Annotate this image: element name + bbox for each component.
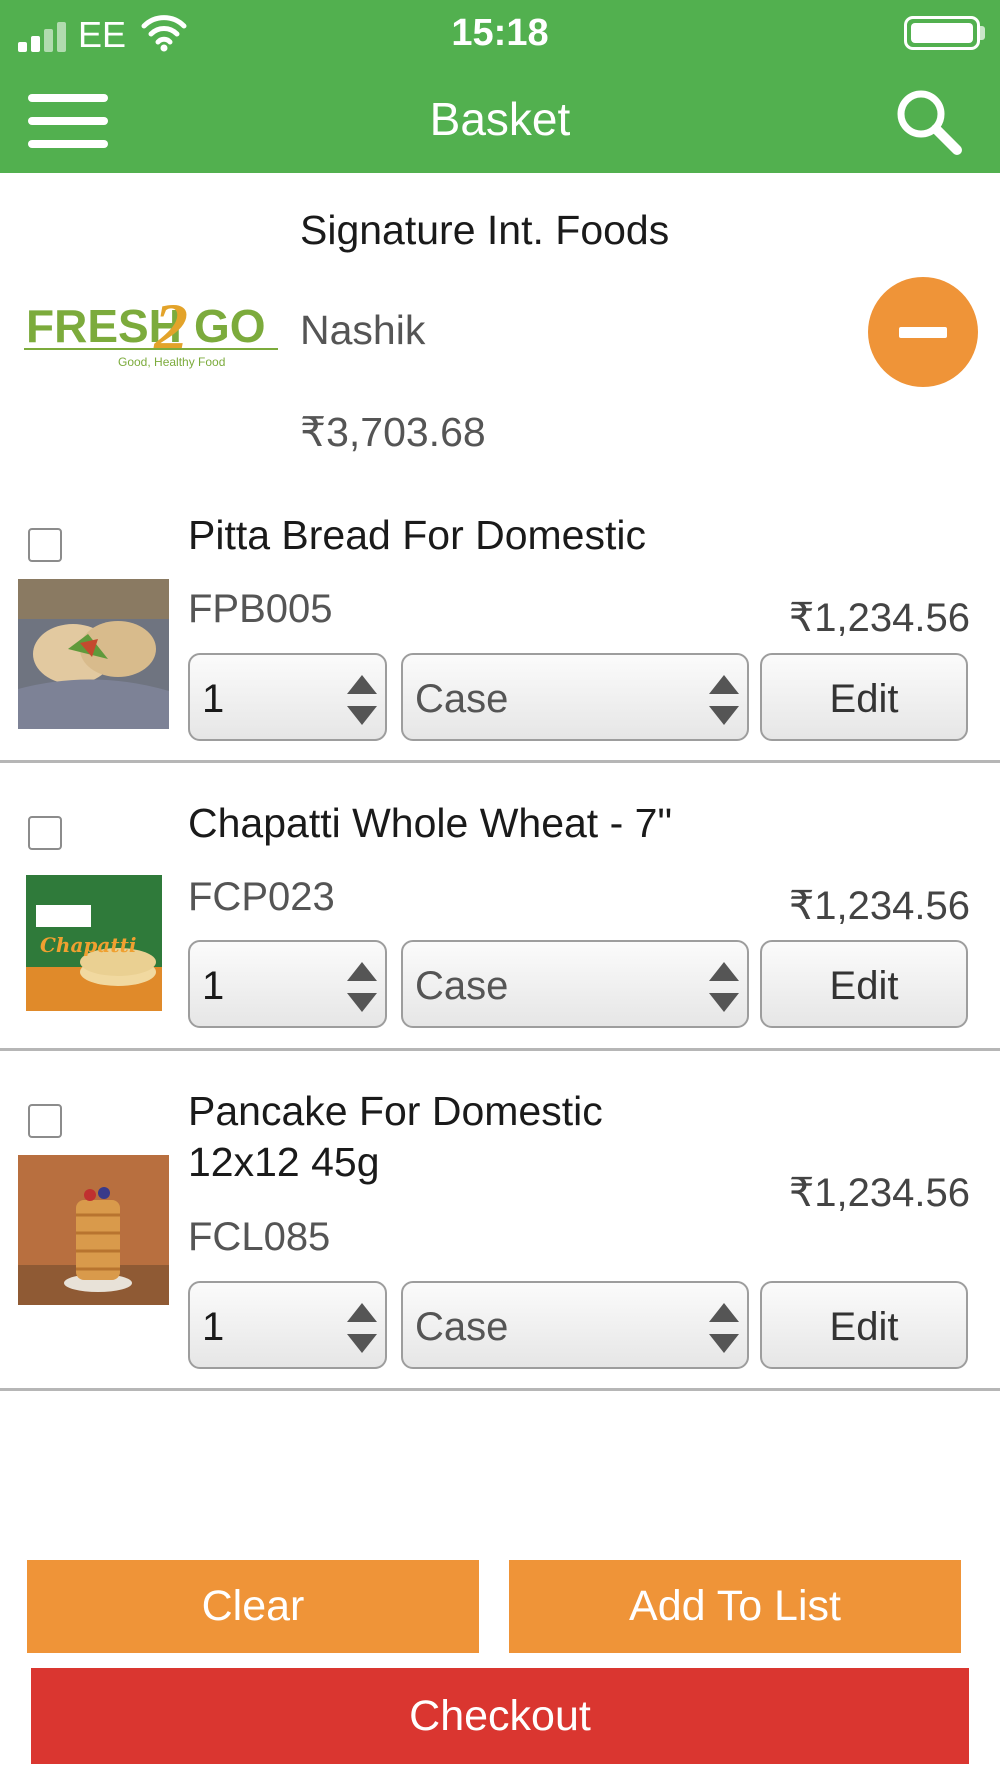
item-name: Chapatti Whole Wheat - 7" (188, 800, 672, 846)
checkout-button[interactable]: Checkout (31, 1668, 969, 1764)
svg-text:GO: GO (194, 300, 266, 352)
clear-button[interactable]: Clear (27, 1560, 479, 1653)
svg-text:Chapatti: Chapatti (40, 933, 136, 957)
item-name: Pancake For Domestic 12x12 45g (188, 1088, 603, 1185)
supplier-total: ₹3,703.68 (300, 409, 486, 455)
quantity-stepper[interactable]: 1 (188, 653, 387, 741)
item-price: ₹1,234.56 (788, 884, 970, 928)
item-divider (0, 1388, 1000, 1391)
item-price: ₹1,234.56 (788, 1171, 970, 1215)
item-code: FCP023 (188, 875, 335, 919)
supplier-location: Nashik (300, 307, 426, 353)
select-arrows-icon (707, 1303, 741, 1353)
item-checkbox[interactable] (28, 816, 62, 850)
status-time: 15:18 (451, 12, 549, 54)
battery-tip (980, 26, 985, 40)
unit-select[interactable]: Case (401, 1281, 749, 1369)
item-code: FPB005 (188, 587, 333, 631)
item-divider (0, 1048, 1000, 1051)
search-icon[interactable] (893, 86, 965, 158)
select-arrows-icon (707, 675, 741, 725)
pitta-bread-image (18, 579, 169, 729)
quantity-value: 1 (202, 964, 225, 1008)
edit-label: Edit (829, 1305, 899, 1349)
item-price: ₹1,234.56 (788, 596, 970, 640)
unit-value: Case (415, 964, 509, 1008)
fresh2go-logo: FRESH 2 GO Good, Healthy Food (24, 292, 278, 369)
battery-icon (904, 16, 980, 50)
pancake-image (18, 1155, 169, 1305)
select-arrows-icon (707, 962, 741, 1012)
item-checkbox[interactable] (28, 528, 62, 562)
edit-button[interactable]: Edit (760, 653, 968, 741)
quantity-value: 1 (202, 1305, 225, 1349)
item-divider (0, 760, 1000, 763)
edit-button[interactable]: Edit (760, 940, 968, 1028)
supplier-name: Signature Int. Foods (300, 207, 670, 253)
quantity-value: 1 (202, 677, 225, 721)
unit-select[interactable]: Case (401, 940, 749, 1028)
edit-label: Edit (829, 964, 899, 1008)
unit-value: Case (415, 677, 509, 721)
unit-select[interactable]: Case (401, 653, 749, 741)
remove-supplier-button[interactable] (868, 277, 978, 387)
edit-label: Edit (829, 677, 899, 721)
quantity-stepper[interactable]: 1 (188, 940, 387, 1028)
page-title: Basket (429, 93, 571, 145)
quantity-stepper[interactable]: 1 (188, 1281, 387, 1369)
stepper-arrows-icon (345, 1303, 379, 1353)
item-code: FCL085 (188, 1215, 331, 1259)
add-to-list-button[interactable]: Add To List (509, 1560, 961, 1653)
svg-text:Good, Healthy Food: Good, Healthy Food (118, 355, 225, 369)
unit-value: Case (415, 1305, 509, 1349)
stepper-arrows-icon (345, 962, 379, 1012)
item-checkbox[interactable] (28, 1104, 62, 1138)
chapatti-pack-image: Chapatti (26, 875, 162, 1011)
stepper-arrows-icon (345, 675, 379, 725)
item-name: Pitta Bread For Domestic (188, 512, 646, 558)
edit-button[interactable]: Edit (760, 1281, 968, 1369)
